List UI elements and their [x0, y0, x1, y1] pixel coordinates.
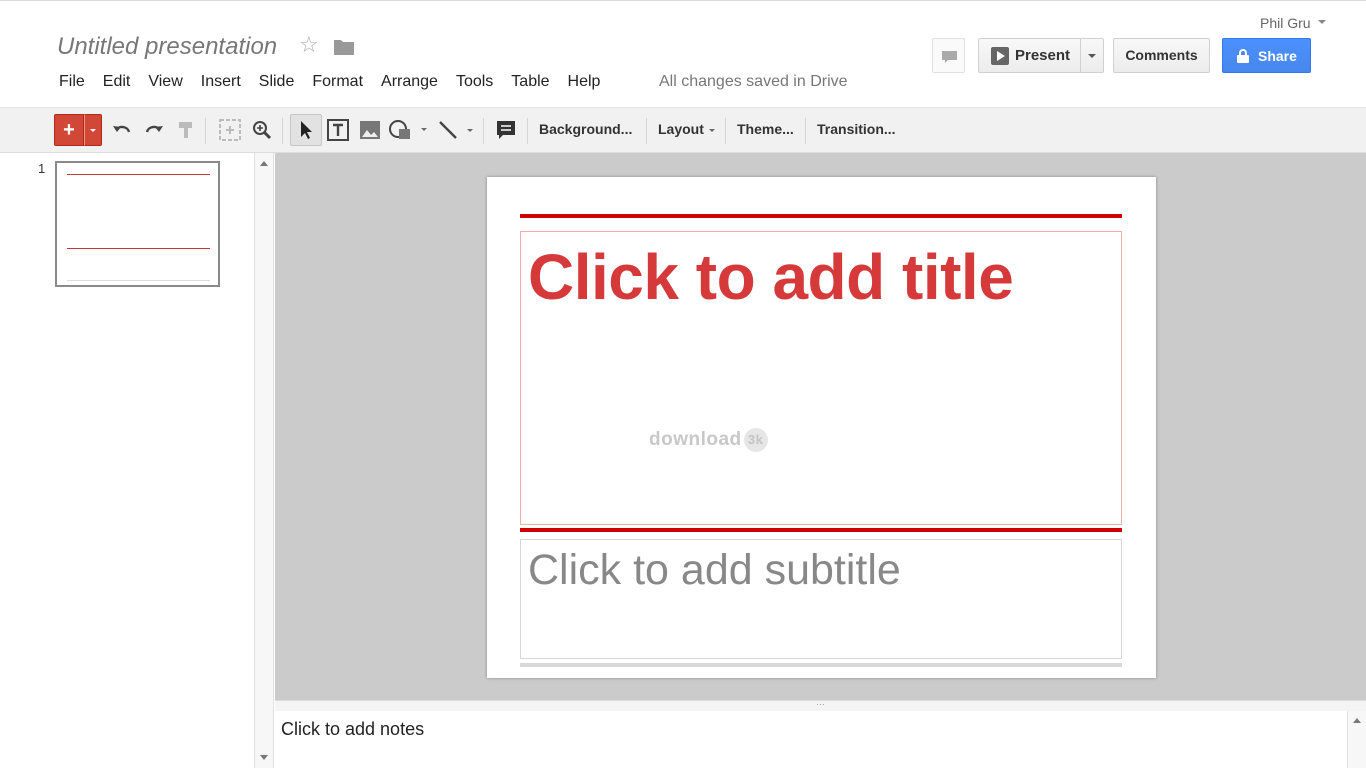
share-label: Share — [1258, 47, 1297, 64]
notes-resize-handle[interactable]: ··· — [275, 700, 1366, 711]
layout-label: Layout — [658, 121, 704, 137]
share-button[interactable]: Share — [1222, 38, 1311, 73]
slide-bottom-rule — [520, 663, 1122, 667]
subtitle-placeholder: Click to add subtitle — [528, 546, 901, 594]
thumb-title-rule — [67, 174, 210, 175]
chevron-down-icon — [708, 128, 715, 132]
theme-button[interactable]: Theme... — [737, 121, 794, 137]
textbox-icon[interactable] — [325, 114, 351, 146]
present-options-dropdown[interactable] — [1080, 38, 1104, 73]
thumb-bottom-rule — [67, 280, 210, 281]
scroll-up-icon[interactable] — [260, 161, 268, 166]
toolbar-divider — [527, 118, 528, 144]
present-button[interactable]: Present — [978, 38, 1081, 73]
watermark-badge: 3k — [743, 428, 768, 452]
slide[interactable]: Click to add title download 3k Click to a… — [487, 177, 1156, 678]
toolbar-divider — [725, 118, 726, 144]
scroll-down-icon[interactable] — [260, 755, 268, 760]
menu-tools[interactable]: Tools — [447, 72, 502, 94]
toolbar-divider — [646, 118, 647, 144]
menu-slide[interactable]: Slide — [250, 72, 304, 94]
toolbar-divider — [282, 118, 283, 144]
watermark: download 3k — [649, 428, 768, 452]
shape-icon[interactable] — [386, 114, 430, 146]
slide-filmstrip: 1 — [0, 153, 255, 768]
chevron-down-icon[interactable] — [1318, 20, 1326, 24]
new-slide-layout-dropdown[interactable] — [84, 114, 102, 146]
account-name[interactable]: Phil Gru — [1260, 15, 1311, 31]
star-icon[interactable]: ☆ — [299, 34, 319, 56]
title-placeholder: Click to add title — [528, 241, 1014, 313]
folder-icon[interactable] — [333, 38, 355, 61]
menu-arrange[interactable]: Arrange — [372, 72, 447, 94]
menu-view[interactable]: View — [139, 72, 191, 94]
redo-icon[interactable] — [142, 114, 166, 146]
toolbar-divider — [483, 118, 484, 144]
thumb-subtitle-rule — [67, 248, 210, 249]
menu-file[interactable]: File — [50, 72, 94, 94]
chat-button[interactable] — [932, 38, 965, 73]
menu-edit[interactable]: Edit — [94, 72, 140, 94]
title-placeholder-box[interactable]: Click to add title download 3k — [520, 231, 1122, 525]
cursor-icon — [301, 121, 312, 139]
undo-icon[interactable] — [110, 114, 134, 146]
app-header: Untitled presentation ☆ File Edit View I… — [0, 0, 1366, 108]
menu-format[interactable]: Format — [303, 72, 372, 94]
notes-scrollbar[interactable] — [1347, 711, 1366, 768]
image-icon[interactable] — [357, 114, 383, 146]
subtitle-placeholder-box[interactable]: Click to add subtitle — [520, 539, 1122, 659]
zoom-fit-icon[interactable] — [216, 114, 244, 146]
toolbar-divider — [205, 118, 206, 144]
slide-number: 1 — [38, 161, 46, 176]
paint-format-icon[interactable] — [174, 114, 198, 146]
play-icon — [991, 46, 1009, 65]
menu-table[interactable]: Table — [502, 72, 558, 94]
filmstrip-scrollbar[interactable] — [255, 153, 274, 768]
title-top-rule — [520, 214, 1122, 218]
slide-canvas: Click to add title download 3k Click to a… — [275, 153, 1366, 700]
save-status[interactable]: All changes saved in Drive — [659, 73, 848, 91]
select-tool-button[interactable] — [290, 114, 322, 146]
new-slide-button[interactable]: + — [54, 114, 84, 146]
zoom-icon[interactable] — [250, 114, 274, 146]
watermark-text: download — [649, 429, 742, 451]
toolbar-divider — [805, 118, 806, 144]
lock-icon — [1237, 48, 1249, 63]
transition-button[interactable]: Transition... — [817, 121, 896, 137]
subtitle-top-rule — [520, 528, 1122, 532]
present-label: Present — [1015, 47, 1071, 64]
layout-button[interactable]: Layout — [658, 121, 715, 137]
slide-thumbnail[interactable] — [55, 161, 220, 287]
scroll-up-icon[interactable] — [1353, 718, 1361, 723]
line-icon[interactable] — [434, 114, 478, 146]
menu-bar: File Edit View Insert Slide Format Arran… — [50, 72, 609, 94]
background-button[interactable]: Background... — [539, 121, 632, 137]
menu-help[interactable]: Help — [559, 72, 610, 94]
chat-icon — [942, 51, 957, 63]
notes-placeholder: Click to add notes — [281, 719, 425, 739]
comment-icon[interactable] — [493, 114, 519, 146]
comments-button[interactable]: Comments — [1113, 38, 1210, 73]
menu-insert[interactable]: Insert — [192, 72, 250, 94]
speaker-notes[interactable]: Click to add notes — [275, 711, 1347, 768]
document-title[interactable]: Untitled presentation — [57, 33, 277, 61]
